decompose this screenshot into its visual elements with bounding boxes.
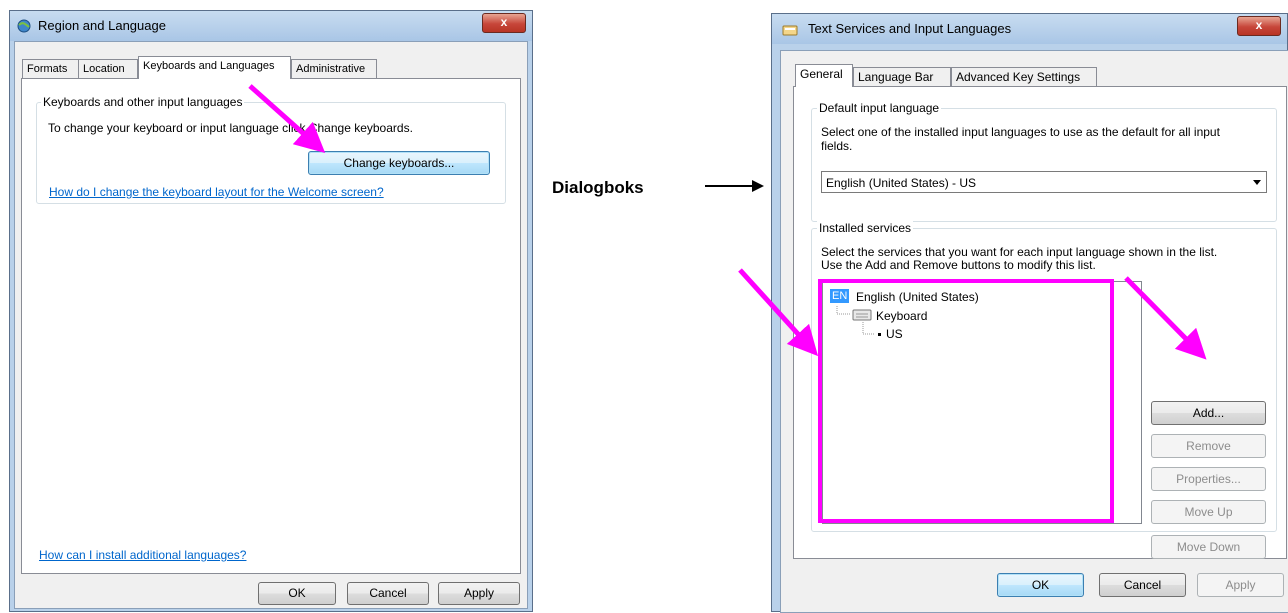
arrow-to-add bbox=[1124, 276, 1207, 360]
arrow-to-change-keyboards bbox=[248, 84, 326, 153]
arrow-to-tree bbox=[738, 268, 819, 357]
tab-general[interactable]: General bbox=[795, 64, 853, 87]
tab-keyboards-and-languages[interactable]: Keyboards and Languages bbox=[138, 56, 291, 79]
annotation-arrows bbox=[248, 84, 1207, 360]
